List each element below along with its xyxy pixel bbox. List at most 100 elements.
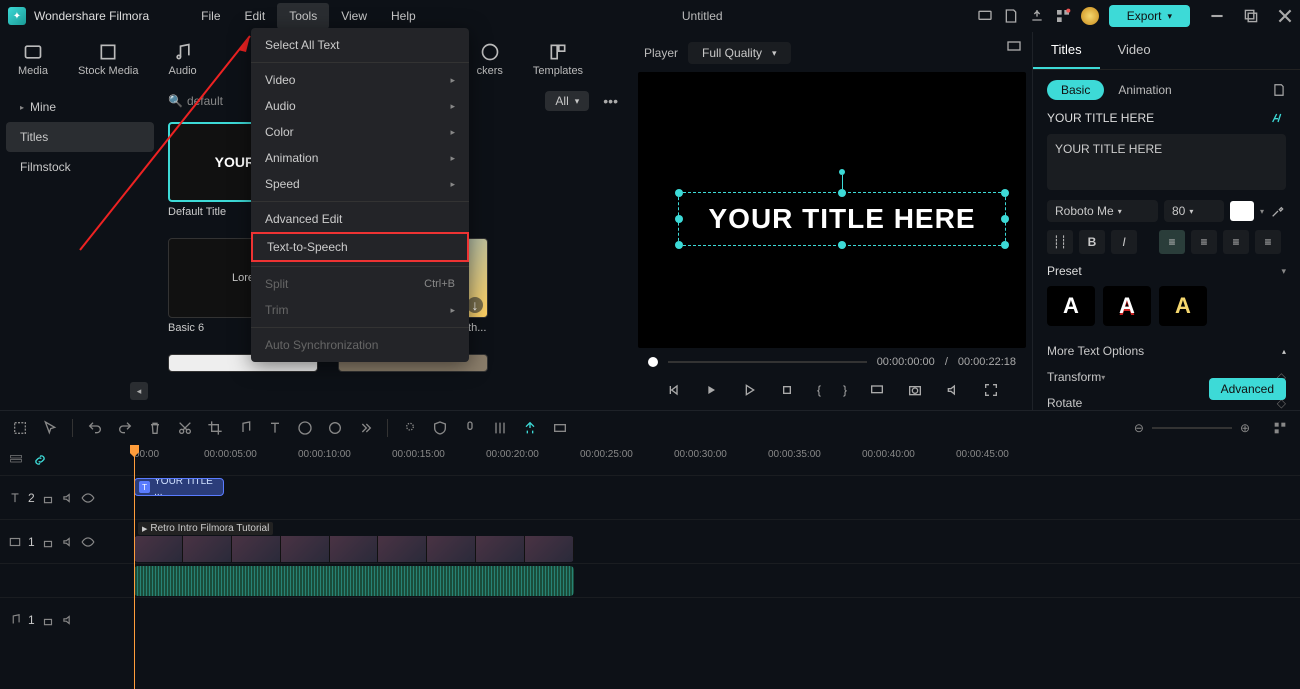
resize-handle[interactable] xyxy=(675,215,683,223)
scrub-bar[interactable] xyxy=(668,361,867,363)
lock-icon[interactable] xyxy=(41,491,55,505)
track-t1[interactable]: Retro Intro Filmora Tutorial xyxy=(130,519,1300,563)
align-right-icon[interactable]: ≡ xyxy=(1223,230,1249,254)
cursor-icon[interactable] xyxy=(42,420,58,436)
ratio-icon[interactable] xyxy=(552,420,568,436)
music-icon[interactable] xyxy=(237,420,253,436)
zoom-in-icon[interactable]: ⊕ xyxy=(1240,421,1250,435)
marquee-icon[interactable] xyxy=(12,420,28,436)
shield-icon[interactable] xyxy=(432,420,448,436)
title-text-input[interactable]: YOUR TITLE HERE xyxy=(1047,134,1286,190)
lock-icon[interactable] xyxy=(41,535,55,549)
menu-tools[interactable]: Tools xyxy=(277,3,329,29)
sidebar-item-mine[interactable]: Mine xyxy=(6,92,154,122)
color-swatch[interactable] xyxy=(1230,201,1254,221)
resize-handle[interactable] xyxy=(675,241,683,249)
clip-audio-wave[interactable] xyxy=(134,566,574,596)
snapshot-icon[interactable] xyxy=(1006,38,1022,54)
dd-advanced-edit[interactable]: Advanced Edit xyxy=(251,206,469,232)
camera-icon[interactable] xyxy=(907,382,923,398)
resize-handle[interactable] xyxy=(1001,215,1009,223)
cloud-upload-icon[interactable] xyxy=(1029,8,1045,24)
cut-icon[interactable] xyxy=(177,420,193,436)
resize-handle[interactable] xyxy=(1001,189,1009,197)
redo-icon[interactable] xyxy=(117,420,133,436)
subtab-basic[interactable]: Basic xyxy=(1047,80,1104,100)
align-left-icon[interactable]: ≡ xyxy=(1159,230,1185,254)
subtab-animation[interactable]: Animation xyxy=(1118,83,1171,97)
close-icon[interactable] xyxy=(1278,9,1292,23)
marker-icon[interactable] xyxy=(402,420,418,436)
mark-out-icon[interactable]: } xyxy=(843,383,847,397)
font-size-select[interactable]: 80▾ xyxy=(1164,200,1224,222)
menu-file[interactable]: File xyxy=(189,3,232,29)
volume-icon[interactable] xyxy=(945,382,961,398)
advanced-button[interactable]: Advanced xyxy=(1209,378,1286,400)
mic-icon[interactable] xyxy=(462,420,478,436)
dd-video[interactable]: Video▸ xyxy=(251,67,469,93)
sidebar-item-filmstock[interactable]: Filmstock xyxy=(6,152,154,182)
font-family-select[interactable]: Roboto Me▾ xyxy=(1047,200,1158,222)
track-a1[interactable] xyxy=(130,597,1300,641)
resize-handle[interactable] xyxy=(675,189,683,197)
sidebar-collapse-icon[interactable]: ◂ xyxy=(130,382,148,400)
clip-title[interactable]: YOUR TITLE ... xyxy=(134,478,224,496)
italic-button[interactable]: I xyxy=(1111,230,1137,254)
undo-icon[interactable] xyxy=(87,420,103,436)
mark-in-icon[interactable]: { xyxy=(817,383,821,397)
tab-titles[interactable]: Titles xyxy=(1033,32,1100,69)
track-head-t2[interactable]: 2 xyxy=(0,475,130,519)
sidebar-item-titles[interactable]: Titles xyxy=(6,122,154,152)
tab-stock-media[interactable]: Stock Media xyxy=(68,38,149,81)
resize-handle[interactable] xyxy=(838,189,846,197)
step-back-icon[interactable] xyxy=(703,382,719,398)
ai-icon[interactable] xyxy=(1270,110,1286,126)
color-icon[interactable] xyxy=(327,420,343,436)
mute-icon[interactable] xyxy=(61,491,75,505)
track-head-a1[interactable]: 1 xyxy=(0,597,130,641)
tab-templates[interactable]: Templates xyxy=(523,38,593,81)
preset-1[interactable]: A xyxy=(1047,286,1095,326)
menu-help[interactable]: Help xyxy=(379,3,428,29)
align-center-icon[interactable]: ≡ xyxy=(1191,230,1217,254)
display-icon[interactable] xyxy=(977,8,993,24)
magnet-icon[interactable] xyxy=(522,420,538,436)
preview-canvas[interactable]: YOUR TITLE HERE xyxy=(638,72,1026,348)
more-text-options[interactable]: More Text Options▴ xyxy=(1047,338,1286,364)
play-icon[interactable] xyxy=(741,382,757,398)
quality-dropdown[interactable]: Full Quality▾ xyxy=(688,42,791,64)
tab-audio[interactable]: Audio xyxy=(159,38,207,81)
crop-icon[interactable] xyxy=(207,420,223,436)
lock-icon[interactable] xyxy=(41,613,55,627)
preset-3[interactable]: A xyxy=(1159,286,1207,326)
track-wave[interactable] xyxy=(130,563,1300,597)
eye-icon[interactable] xyxy=(81,491,95,505)
delete-icon[interactable] xyxy=(147,420,163,436)
track-head-wave[interactable] xyxy=(0,563,130,597)
zoom-out-icon[interactable]: ⊖ xyxy=(1134,421,1144,435)
resize-handle[interactable] xyxy=(1001,241,1009,249)
search-input[interactable]: 🔍default xyxy=(168,94,223,108)
title-bounding-box[interactable]: YOUR TITLE HERE xyxy=(678,192,1006,246)
tab-stickers[interactable]: ckers xyxy=(467,38,513,81)
tab-media[interactable]: Media xyxy=(8,38,58,81)
bold-button[interactable]: B xyxy=(1079,230,1105,254)
save-preset-icon[interactable] xyxy=(1272,83,1286,97)
track-manager-icon[interactable] xyxy=(8,452,24,468)
dd-animation[interactable]: Animation▸ xyxy=(251,145,469,171)
clip-video[interactable] xyxy=(134,536,574,562)
tab-video[interactable]: Video xyxy=(1100,32,1169,69)
align-justify-icon[interactable]: ≡ xyxy=(1255,230,1281,254)
timeline-ruler[interactable]: 00:00 00:00:05:00 00:00:10:00 00:00:15:0… xyxy=(130,445,1300,475)
dd-audio[interactable]: Audio▸ xyxy=(251,93,469,119)
scrub-playhead[interactable] xyxy=(648,357,658,367)
menu-view[interactable]: View xyxy=(329,3,379,29)
fullscreen-icon[interactable] xyxy=(983,382,999,398)
user-avatar-icon[interactable] xyxy=(1081,7,1099,25)
fit-icon[interactable] xyxy=(1272,420,1288,436)
preset-2[interactable]: A xyxy=(1103,286,1151,326)
export-button[interactable]: Export▾ xyxy=(1109,5,1190,27)
track-t2[interactable]: YOUR TITLE ... xyxy=(130,475,1300,519)
more-icon[interactable] xyxy=(357,420,373,436)
resize-handle[interactable] xyxy=(838,241,846,249)
